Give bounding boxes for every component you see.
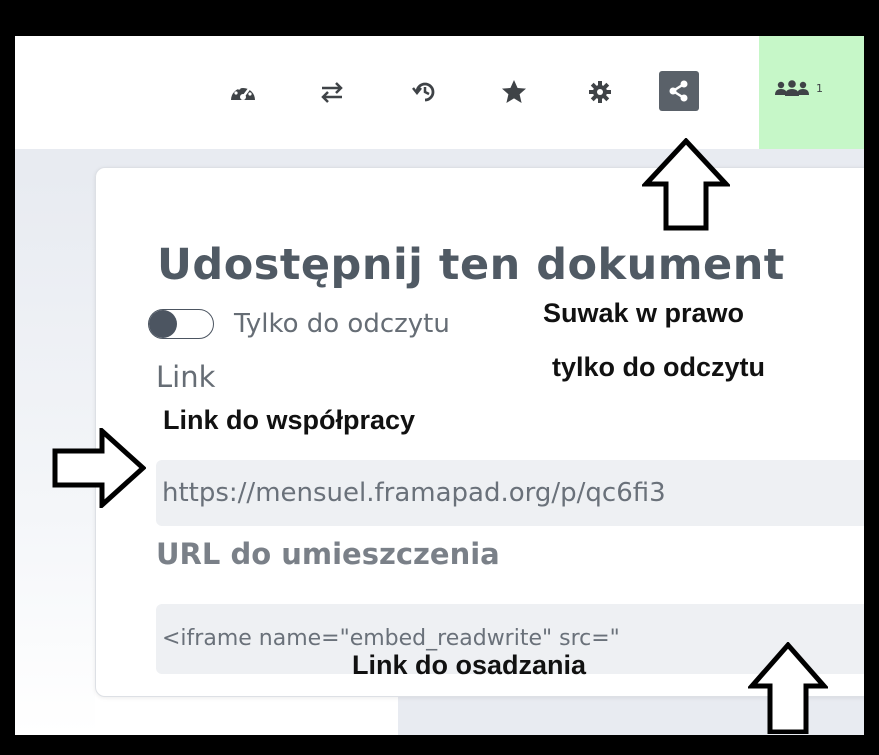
annotation-slider-line1: Suwak w prawo bbox=[543, 298, 745, 328]
readonly-toggle[interactable] bbox=[148, 309, 214, 339]
dashboard-icon[interactable] bbox=[227, 76, 259, 108]
users-panel[interactable]: 1 bbox=[759, 36, 864, 149]
share-icon bbox=[669, 80, 688, 102]
users-icon bbox=[773, 80, 811, 98]
share-button[interactable] bbox=[659, 71, 699, 111]
annotation-link: Link do współpracy bbox=[163, 405, 416, 435]
gear-icon[interactable] bbox=[584, 76, 616, 108]
swap-icon[interactable] bbox=[316, 76, 348, 108]
annotation-embed: Link do osadzania bbox=[352, 650, 587, 680]
annotation-slider-line2: tylko do odczytu bbox=[552, 352, 766, 382]
history-icon[interactable] bbox=[409, 76, 441, 108]
share-dialog-title: Udostępnij ten dokument bbox=[157, 240, 785, 290]
link-label: Link bbox=[156, 360, 216, 394]
embed-label: URL do umieszczenia bbox=[156, 537, 500, 571]
right-arrow-icon bbox=[52, 428, 146, 508]
toggle-knob bbox=[149, 310, 177, 338]
embed-value: <iframe name="embed_readwrite" src=" bbox=[162, 626, 620, 651]
star-icon[interactable] bbox=[498, 76, 530, 108]
link-field[interactable]: https://mensuel.framapad.org/p/qc6fi3 bbox=[156, 460, 864, 526]
editor-toolbar: 1 bbox=[15, 36, 864, 149]
up-arrow-icon bbox=[748, 642, 828, 734]
up-arrow-icon bbox=[642, 138, 730, 231]
users-count: 1 bbox=[816, 82, 823, 95]
link-value: https://mensuel.framapad.org/p/qc6fi3 bbox=[162, 478, 666, 508]
readonly-label: Tylko do odczytu bbox=[234, 309, 450, 339]
screenshot-frame: 1 Udostępnij ten dokument Tylko do odczy… bbox=[15, 36, 864, 735]
